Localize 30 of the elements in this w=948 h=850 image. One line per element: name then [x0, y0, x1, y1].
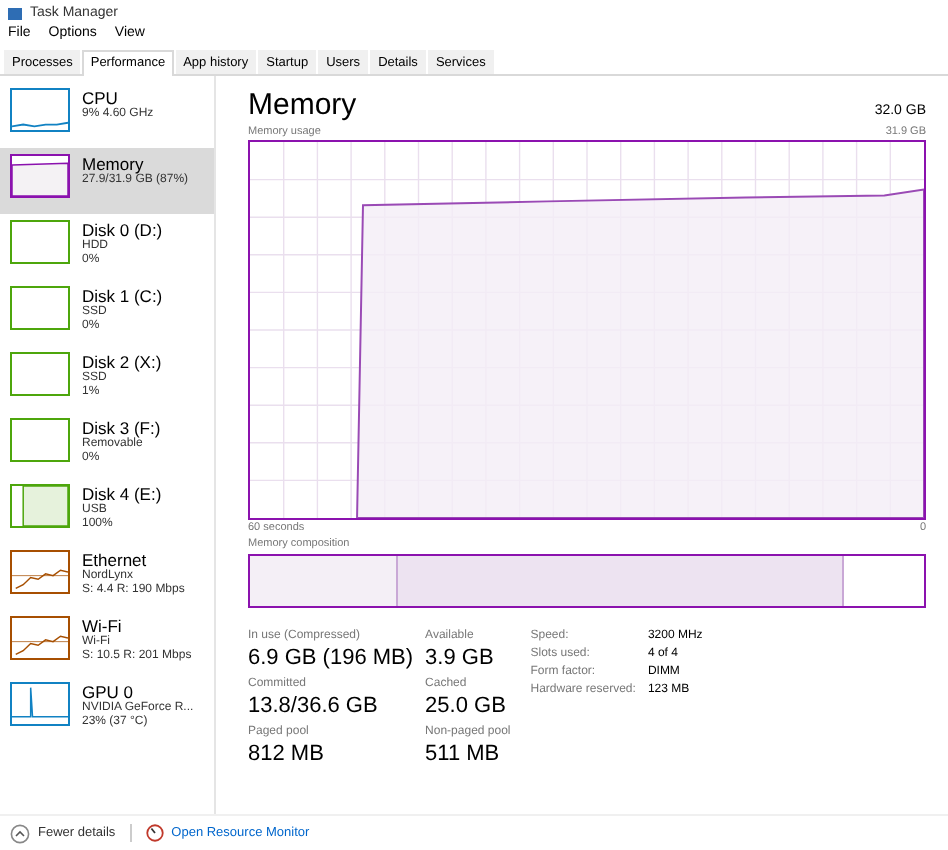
device-name: Disk 2 (X:) [82, 352, 162, 372]
stat-value: 3.9 GB [425, 644, 496, 672]
stat-value: 13.8/36.6 GB [248, 692, 380, 720]
stat-value: 812 MB [248, 740, 326, 768]
activity-graph-thumbnail [10, 154, 70, 198]
collapse-chevron-icon [10, 823, 30, 843]
activity-graph-thumbnail [10, 418, 70, 462]
device-name: Memory [82, 154, 144, 174]
device-name: GPU 0 [82, 682, 134, 702]
activity-graph-thumbnail [10, 286, 70, 330]
device-name: CPU [82, 88, 118, 108]
activity-graph-thumbnail [10, 220, 70, 264]
activity-graph-thumbnail [10, 88, 70, 132]
device-name: Disk 1 (C:) [82, 286, 163, 306]
activity-graph-thumbnail [10, 484, 70, 528]
activity-graph-thumbnail [10, 352, 70, 396]
device-name: Disk 4 (E:) [82, 484, 162, 504]
device-name: Disk 0 (D:) [82, 220, 163, 240]
stat-value: 511 MB [425, 740, 502, 768]
stat-value: 6.9 GB (196 MB) [248, 644, 414, 672]
activity-graph-thumbnail [10, 550, 70, 594]
gauge-icon [145, 824, 164, 842]
app-icon [8, 8, 22, 20]
device-name: Wi-Fi [82, 616, 124, 636]
activity-graph-thumbnail [10, 616, 70, 660]
device-name: Disk 3 (F:) [82, 418, 161, 438]
stat-value: 25.0 GB [425, 692, 508, 720]
panel-title: Memory [248, 88, 357, 124]
device-name: Ethernet [82, 550, 149, 570]
activity-graph-thumbnail [10, 682, 70, 726]
